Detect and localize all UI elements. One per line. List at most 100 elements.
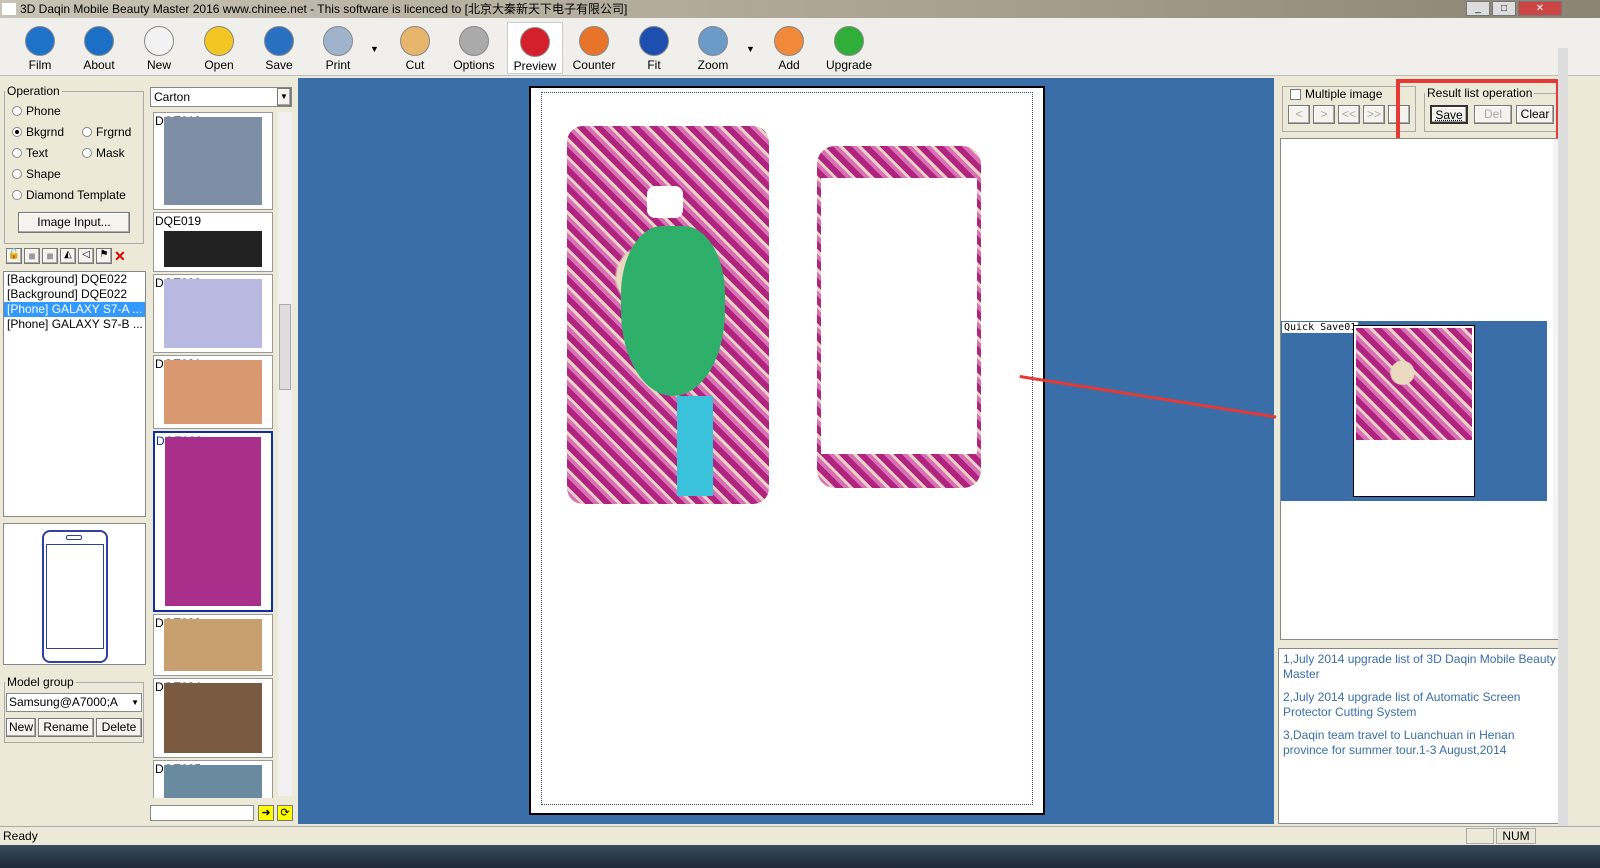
thumbnail-dqe020[interactable]: DQE020 [153,274,273,353]
thumbnail-dqe025[interactable]: DQE025 [153,760,273,798]
model-select[interactable]: Samsung@A7000;A ▼ [6,693,142,712]
result-nav-button[interactable]: > [1313,105,1335,124]
layer-item[interactable]: [Phone] GALAXY S7-A ... [4,302,145,317]
deer-artwork [621,226,725,396]
toolbar-fit-button[interactable]: Fit [626,22,682,74]
radio-frgrnd[interactable]: Frgrnd [82,125,131,139]
right-panel: Multiple image < > << >> Result list operat… [1276,78,1568,824]
model-rename-button[interactable]: Rename [38,718,94,737]
radio-mask[interactable]: Mask [82,146,125,160]
go-arrow-icon[interactable]: ➜ [258,805,274,821]
toolbar-save-button[interactable]: Save [251,22,307,74]
num-lock-indicator: NUM [1496,828,1536,844]
cut-icon [400,26,430,56]
thumbnail-list: DQE018DQE019DQE020DQE021DQE022DQE023DQE0… [148,110,296,798]
fit-icon [639,26,669,56]
dropdown-arrow-icon[interactable]: ▼ [370,44,379,54]
close-button[interactable]: ✕ [1518,1,1562,16]
result-item-label: Quick Save01 [1282,322,1359,333]
flip-vertical-icon[interactable]: ◁ [78,248,94,264]
result-nav-button[interactable]: >> [1363,105,1385,124]
toolbar-counter-button[interactable]: Counter [566,22,622,74]
result-thumbnail [1353,325,1475,497]
pin-icon[interactable]: ⚑ [96,248,112,264]
layer-list[interactable]: [Background] DQE022 [Background] DQE022 [P… [3,271,146,517]
toolbar-options-button[interactable]: Options [446,22,502,74]
upgrade-icon [834,26,864,56]
layer-item[interactable]: [Background] DQE022 [4,272,145,287]
toolbar-open-button[interactable]: Open [191,22,247,74]
folder-icon [204,26,234,56]
toolbar-zoom-button[interactable]: Zoom [685,22,741,74]
toolbar-add-button[interactable]: Add [761,22,817,74]
layer-down-icon[interactable]: ■ [42,248,58,264]
toolbar-label: New [146,58,171,72]
toolbar-preview-button[interactable]: Preview [507,22,563,74]
new-document-icon [144,26,174,56]
toolbar-cut-button[interactable]: Cut [387,22,443,74]
layer-up-icon[interactable]: ■ [24,248,40,264]
operation-legend: Operation [7,84,60,98]
minimize-button[interactable]: _ [1466,1,1490,16]
title-bar: 3D Daqin Mobile Beauty Master 2016 www.c… [0,0,1600,18]
dropdown-arrow-icon[interactable]: ▼ [746,44,755,54]
toolbar-film-button[interactable]: Film [12,22,68,74]
radio-label: Phone [26,104,61,118]
thumbnail-dqe018[interactable]: DQE018 [153,112,273,210]
toolbar-label: Save [265,58,293,72]
thumbnail-scrollbar[interactable] [278,112,292,796]
toolbar-label: Counter [572,58,616,72]
news-link[interactable]: 3,Daqin team travel to Luanchuan in Hena… [1283,728,1561,758]
layer-unlock-icon[interactable]: 🔓 [6,248,22,264]
toolbar-label: Zoom [697,58,729,72]
radio-phone[interactable]: Phone [12,104,61,118]
image-input-button[interactable]: Image Input... [18,212,130,233]
delete-layer-icon[interactable]: ✕ [114,248,130,264]
window-scrollbar[interactable] [1558,48,1568,826]
multiple-image-checkbox[interactable]: Multiple image [1288,87,1385,101]
thumbnail-image [164,117,262,205]
toolbar-new-button[interactable]: New [131,22,187,74]
thumbnail-dqe022[interactable]: DQE022 [153,431,273,612]
thumbnail-dqe024[interactable]: DQE024 [153,678,273,758]
thumbnail-dqe023[interactable]: DQE023 [153,614,273,676]
toolbar-label: Options [453,58,495,72]
thumbnail-search-input[interactable] [150,805,254,821]
radio-diamond-template[interactable]: Diamond Template [12,188,126,202]
radio-label: Mask [96,146,125,160]
result-nav-button[interactable]: << [1338,105,1360,124]
radio-bkgrnd[interactable]: Bkgrnd [12,125,64,139]
news-link[interactable]: 2,July 2014 upgrade list of Automatic Sc… [1283,690,1561,720]
model-new-button[interactable]: New [6,718,36,737]
thumbnail-label: DQE019 [155,214,202,228]
toolbar-about-button[interactable]: About [71,22,127,74]
add-folder-icon [774,26,804,56]
layer-item[interactable]: [Background] DQE022 [4,287,145,302]
thumbnail-dqe019[interactable]: DQE019 [153,212,273,272]
radio-text[interactable]: Text [12,146,48,160]
toolbar-print-button[interactable]: Print [310,22,366,74]
floppy-icon [264,26,294,56]
model-delete-button[interactable]: Delete [96,718,142,737]
thumbnail-image [164,619,262,671]
layer-item[interactable]: [Phone] GALAXY S7-B ... [4,317,145,332]
toolbar-label: Add [778,58,800,72]
thumbnail-image [164,683,262,753]
status-bar: Ready NUM [0,826,1600,845]
category-select[interactable]: Carton ▼ [150,87,292,107]
news-list: 1,July 2014 upgrade list of 3D Daqin Mob… [1278,648,1566,824]
result-list[interactable]: Quick Save01 [1280,138,1564,640]
result-item-quick-save[interactable]: Quick Save01 [1281,321,1547,501]
result-nav-button[interactable]: < [1288,105,1310,124]
flip-horizontal-icon[interactable]: ◭ [60,248,76,264]
maximize-button[interactable]: □ [1492,1,1516,16]
radio-label: Shape [26,167,61,181]
camera-cutout [647,186,683,218]
toolbar-upgrade-button[interactable]: Upgrade [821,22,877,74]
thumbnail-image [164,765,262,798]
radio-shape[interactable]: Shape [12,167,61,181]
thumbnail-image [164,231,262,267]
thumbnail-dqe021[interactable]: DQE021 [153,355,273,429]
news-link[interactable]: 1,July 2014 upgrade list of 3D Daqin Mob… [1283,652,1561,682]
refresh-icon[interactable]: ⟳ [277,805,293,821]
